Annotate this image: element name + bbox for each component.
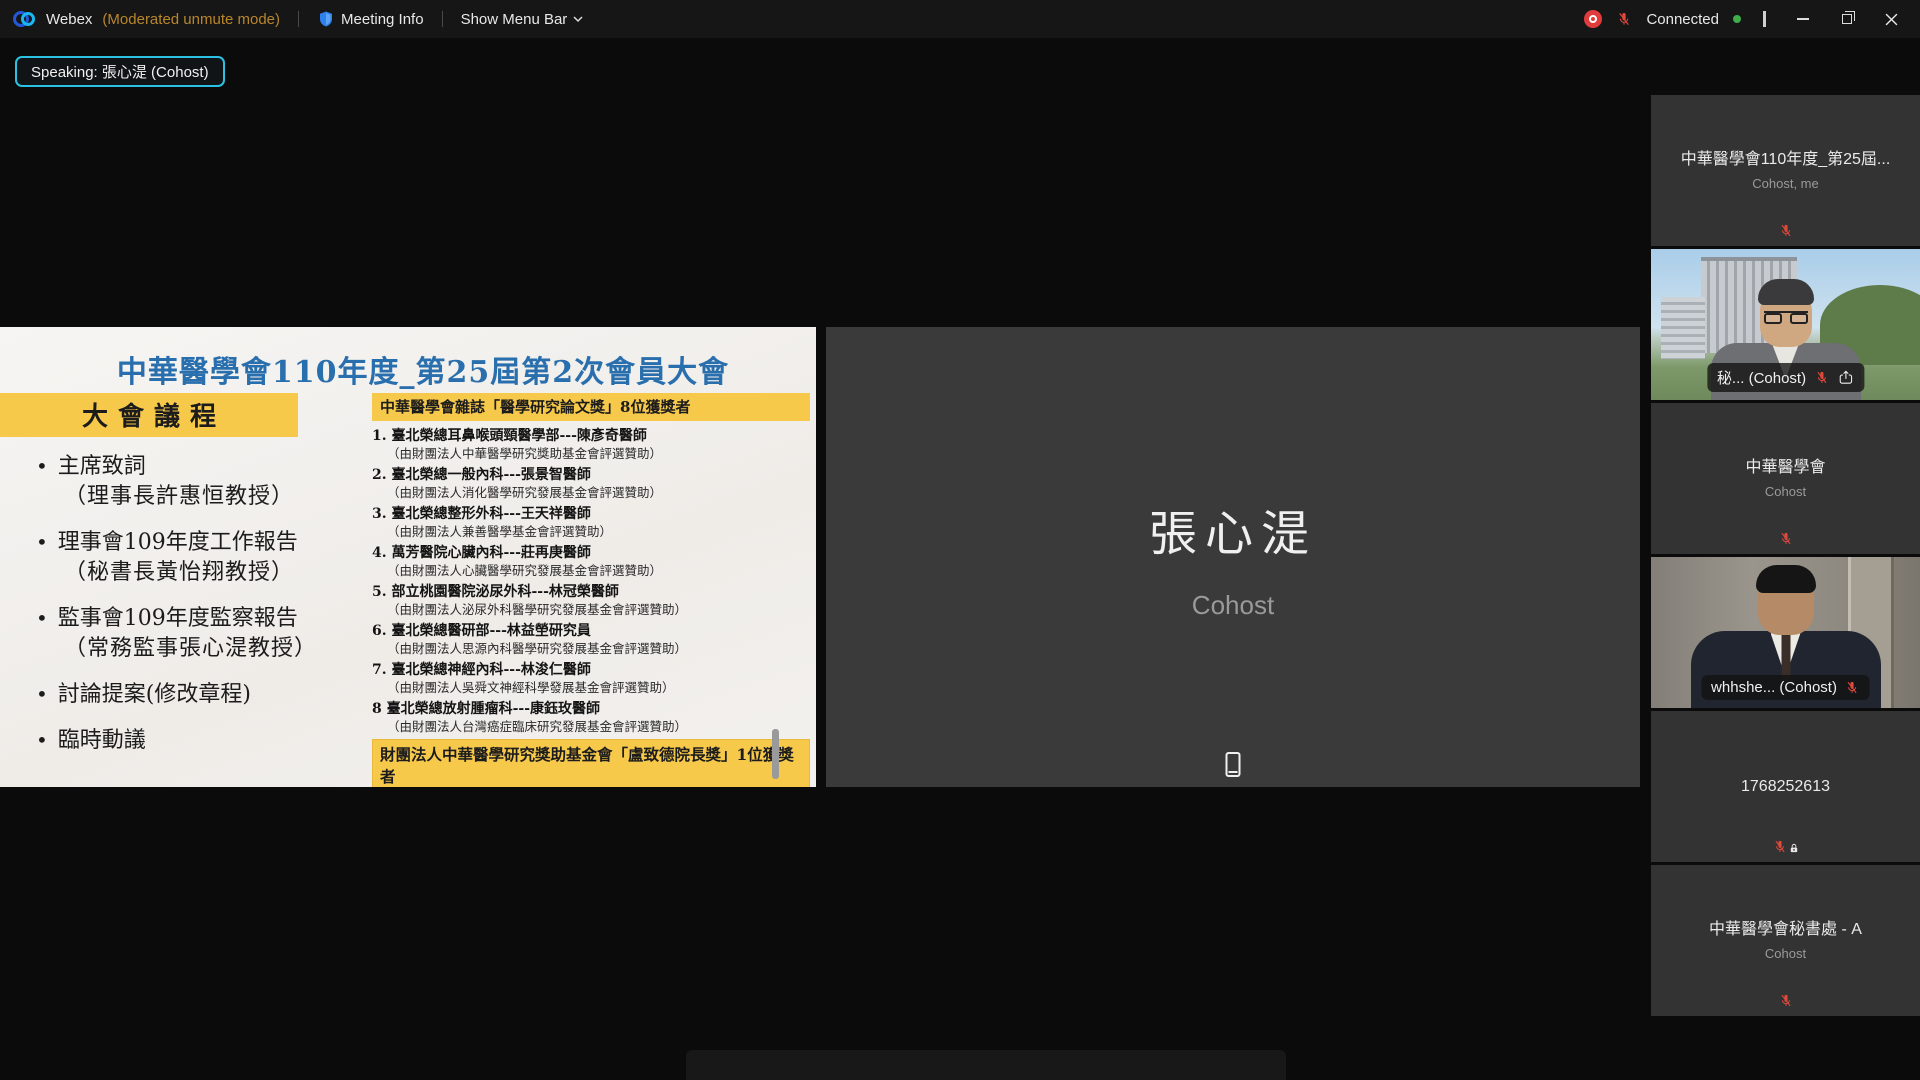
active-speaker-tile[interactable]: 張心湜 Cohost (826, 327, 1640, 787)
awards-header: 中華醫學會雜誌「醫學研究論文獎」8位獲獎者 (372, 393, 810, 421)
meeting-info-button[interactable]: Meeting Info (317, 10, 424, 28)
agenda-item: 監事會109年度監察報告 （常務監事張心湜教授） (36, 603, 340, 664)
participant-name: 中華醫學會秘書處 - A (1709, 920, 1862, 940)
control-bar-hint (686, 1050, 1286, 1080)
award-item: 1. 臺北榮總耳鼻喉頭頸醫學部---陳彥奇醫師 （由財團法人中華醫學研究獎助基金… (372, 427, 810, 462)
restore-button[interactable] (1832, 6, 1862, 32)
active-speaker-role: Cohost (1192, 590, 1274, 621)
participant-role: Cohost, me (1752, 176, 1818, 191)
shared-content-slide[interactable]: 中華醫學會110年度_第25屆第2次會員大會 大會議程 主席致詞 （理事長許惠恒… (0, 327, 816, 787)
award-item: 3. 臺北榮總整形外科---王天祥醫師 （由財團法人兼善醫學基金會評選贊助） (372, 505, 810, 540)
speaking-indicator-text: Speaking: 張心湜 (Cohost) (31, 61, 209, 82)
mic-muted-icon (1778, 993, 1793, 1008)
close-button[interactable] (1876, 6, 1906, 32)
agenda-item: 理事會109年度工作報告 （秘書長黃怡翔教授） (36, 527, 340, 588)
connected-dot-icon (1733, 15, 1741, 23)
special-award-header: 財團法人中華醫學研究獎助基金會「盧致德院長獎」1位獲獎者 (372, 739, 810, 787)
participant-role: Cohost (1765, 946, 1806, 961)
slide-awards-column: 中華醫學會雜誌「醫學研究論文獎」8位獲獎者 1. 臺北榮總耳鼻喉頭頸醫學部---… (372, 393, 810, 787)
participant-tile[interactable]: 中華醫學會110年度_第25屆... Cohost, me (1651, 95, 1920, 246)
mic-muted-icon (1616, 11, 1632, 27)
slide-scrollbar[interactable] (772, 729, 779, 779)
lock-icon (1788, 843, 1799, 854)
agenda-item: 臨時動議 (36, 725, 340, 756)
restore-icon (1842, 14, 1852, 24)
award-item: 2. 臺北榮總一般內科---張景智醫師 （由財團法人消化醫學研究發展基金會評選贊… (372, 466, 810, 501)
participant-tile[interactable]: 1768252613 (1651, 711, 1920, 862)
divider (298, 11, 299, 27)
participant-name-pill: 秘... (Cohost) (1707, 363, 1864, 392)
participant-name: 中華醫學會110年度_第25屆... (1681, 150, 1891, 170)
chevron-down-icon (573, 14, 583, 24)
close-icon (1885, 13, 1898, 26)
award-item: 8 臺北榮總放射腫瘤科---康鈺玫醫師 （由財團法人台灣癌症臨床研究發展基金會評… (372, 700, 810, 735)
mic-muted-icon (1772, 839, 1787, 854)
phone-device-icon (1226, 752, 1241, 777)
recording-indicator-icon (1584, 10, 1602, 28)
agenda-header: 大會議程 (0, 393, 298, 437)
participant-rail: 中華醫學會110年度_第25屆... Cohost, me 秘... (Coho… (1651, 95, 1920, 1016)
show-menu-bar-button[interactable]: Show Menu Bar (461, 11, 584, 28)
award-item: 5. 部立桃園醫院泌尿外科---林冠榮醫師 （由財團法人泌尿外科醫學研究發展基金… (372, 583, 810, 618)
participant-tile[interactable]: 秘... (Cohost) (1651, 249, 1920, 400)
mic-muted-icon (1778, 531, 1793, 546)
award-item: 4. 萬芳醫院心臟內科---莊再庚醫師 （由財團法人心臟醫學研究發展基金會評選贊… (372, 544, 810, 579)
active-speaker-name: 張心湜 (1149, 494, 1317, 564)
mic-muted-icon (1814, 370, 1829, 385)
slide-agenda-column: 大會議程 主席致詞 （理事長許惠恒教授） 理事會109年度工作報告 （秘書長黃怡… (0, 393, 340, 771)
shield-icon (317, 10, 335, 28)
divider (442, 11, 443, 27)
participant-name: 中華醫學會 (1745, 458, 1825, 478)
show-menu-bar-label: Show Menu Bar (461, 11, 568, 28)
agenda-item: 討論提案(修改章程) (36, 679, 340, 710)
participant-role: Cohost (1765, 484, 1806, 499)
connection-status: Connected (1646, 11, 1719, 28)
minimize-button[interactable] (1788, 6, 1818, 32)
participant-tile[interactable]: 中華醫學會 Cohost (1651, 403, 1920, 554)
award-item: 6. 臺北榮總醫研部---林益塋研究員 （由財團法人思源內科醫學研究發展基金會評… (372, 622, 810, 657)
divider (1763, 11, 1766, 27)
speaking-indicator: Speaking: 張心湜 (Cohost) (15, 56, 225, 87)
participant-name: whhshe... (Cohost) (1711, 679, 1837, 696)
participant-tile[interactable]: whhshe... (Cohost) (1651, 557, 1920, 708)
agenda-item: 主席致詞 （理事長許惠恒教授） (36, 451, 340, 512)
mic-muted-icon (1778, 223, 1793, 238)
app-title: Webex (46, 11, 92, 28)
meeting-info-label: Meeting Info (341, 11, 424, 28)
minimize-icon (1797, 18, 1809, 20)
participant-name: 秘... (Cohost) (1717, 367, 1806, 388)
mic-muted-icon (1845, 680, 1860, 695)
participant-name: 1768252613 (1741, 777, 1830, 797)
participant-name-pill: whhshe... (Cohost) (1701, 675, 1870, 700)
webex-logo-icon (12, 9, 36, 29)
slide-title: 中華醫學會110年度_第25屆第2次會員大會 (60, 347, 786, 391)
titlebar: Webex (Moderated unmute mode) Meeting In… (0, 0, 1920, 38)
unmute-mode-label: (Moderated unmute mode) (102, 11, 280, 28)
award-item: 7. 臺北榮總神經內科---林浚仁醫師 （由財團法人吳舜文神經科學發展基金會評選… (372, 661, 810, 696)
sharing-icon (1837, 369, 1854, 386)
participant-tile[interactable]: 中華醫學會秘書處 - A Cohost (1651, 865, 1920, 1016)
